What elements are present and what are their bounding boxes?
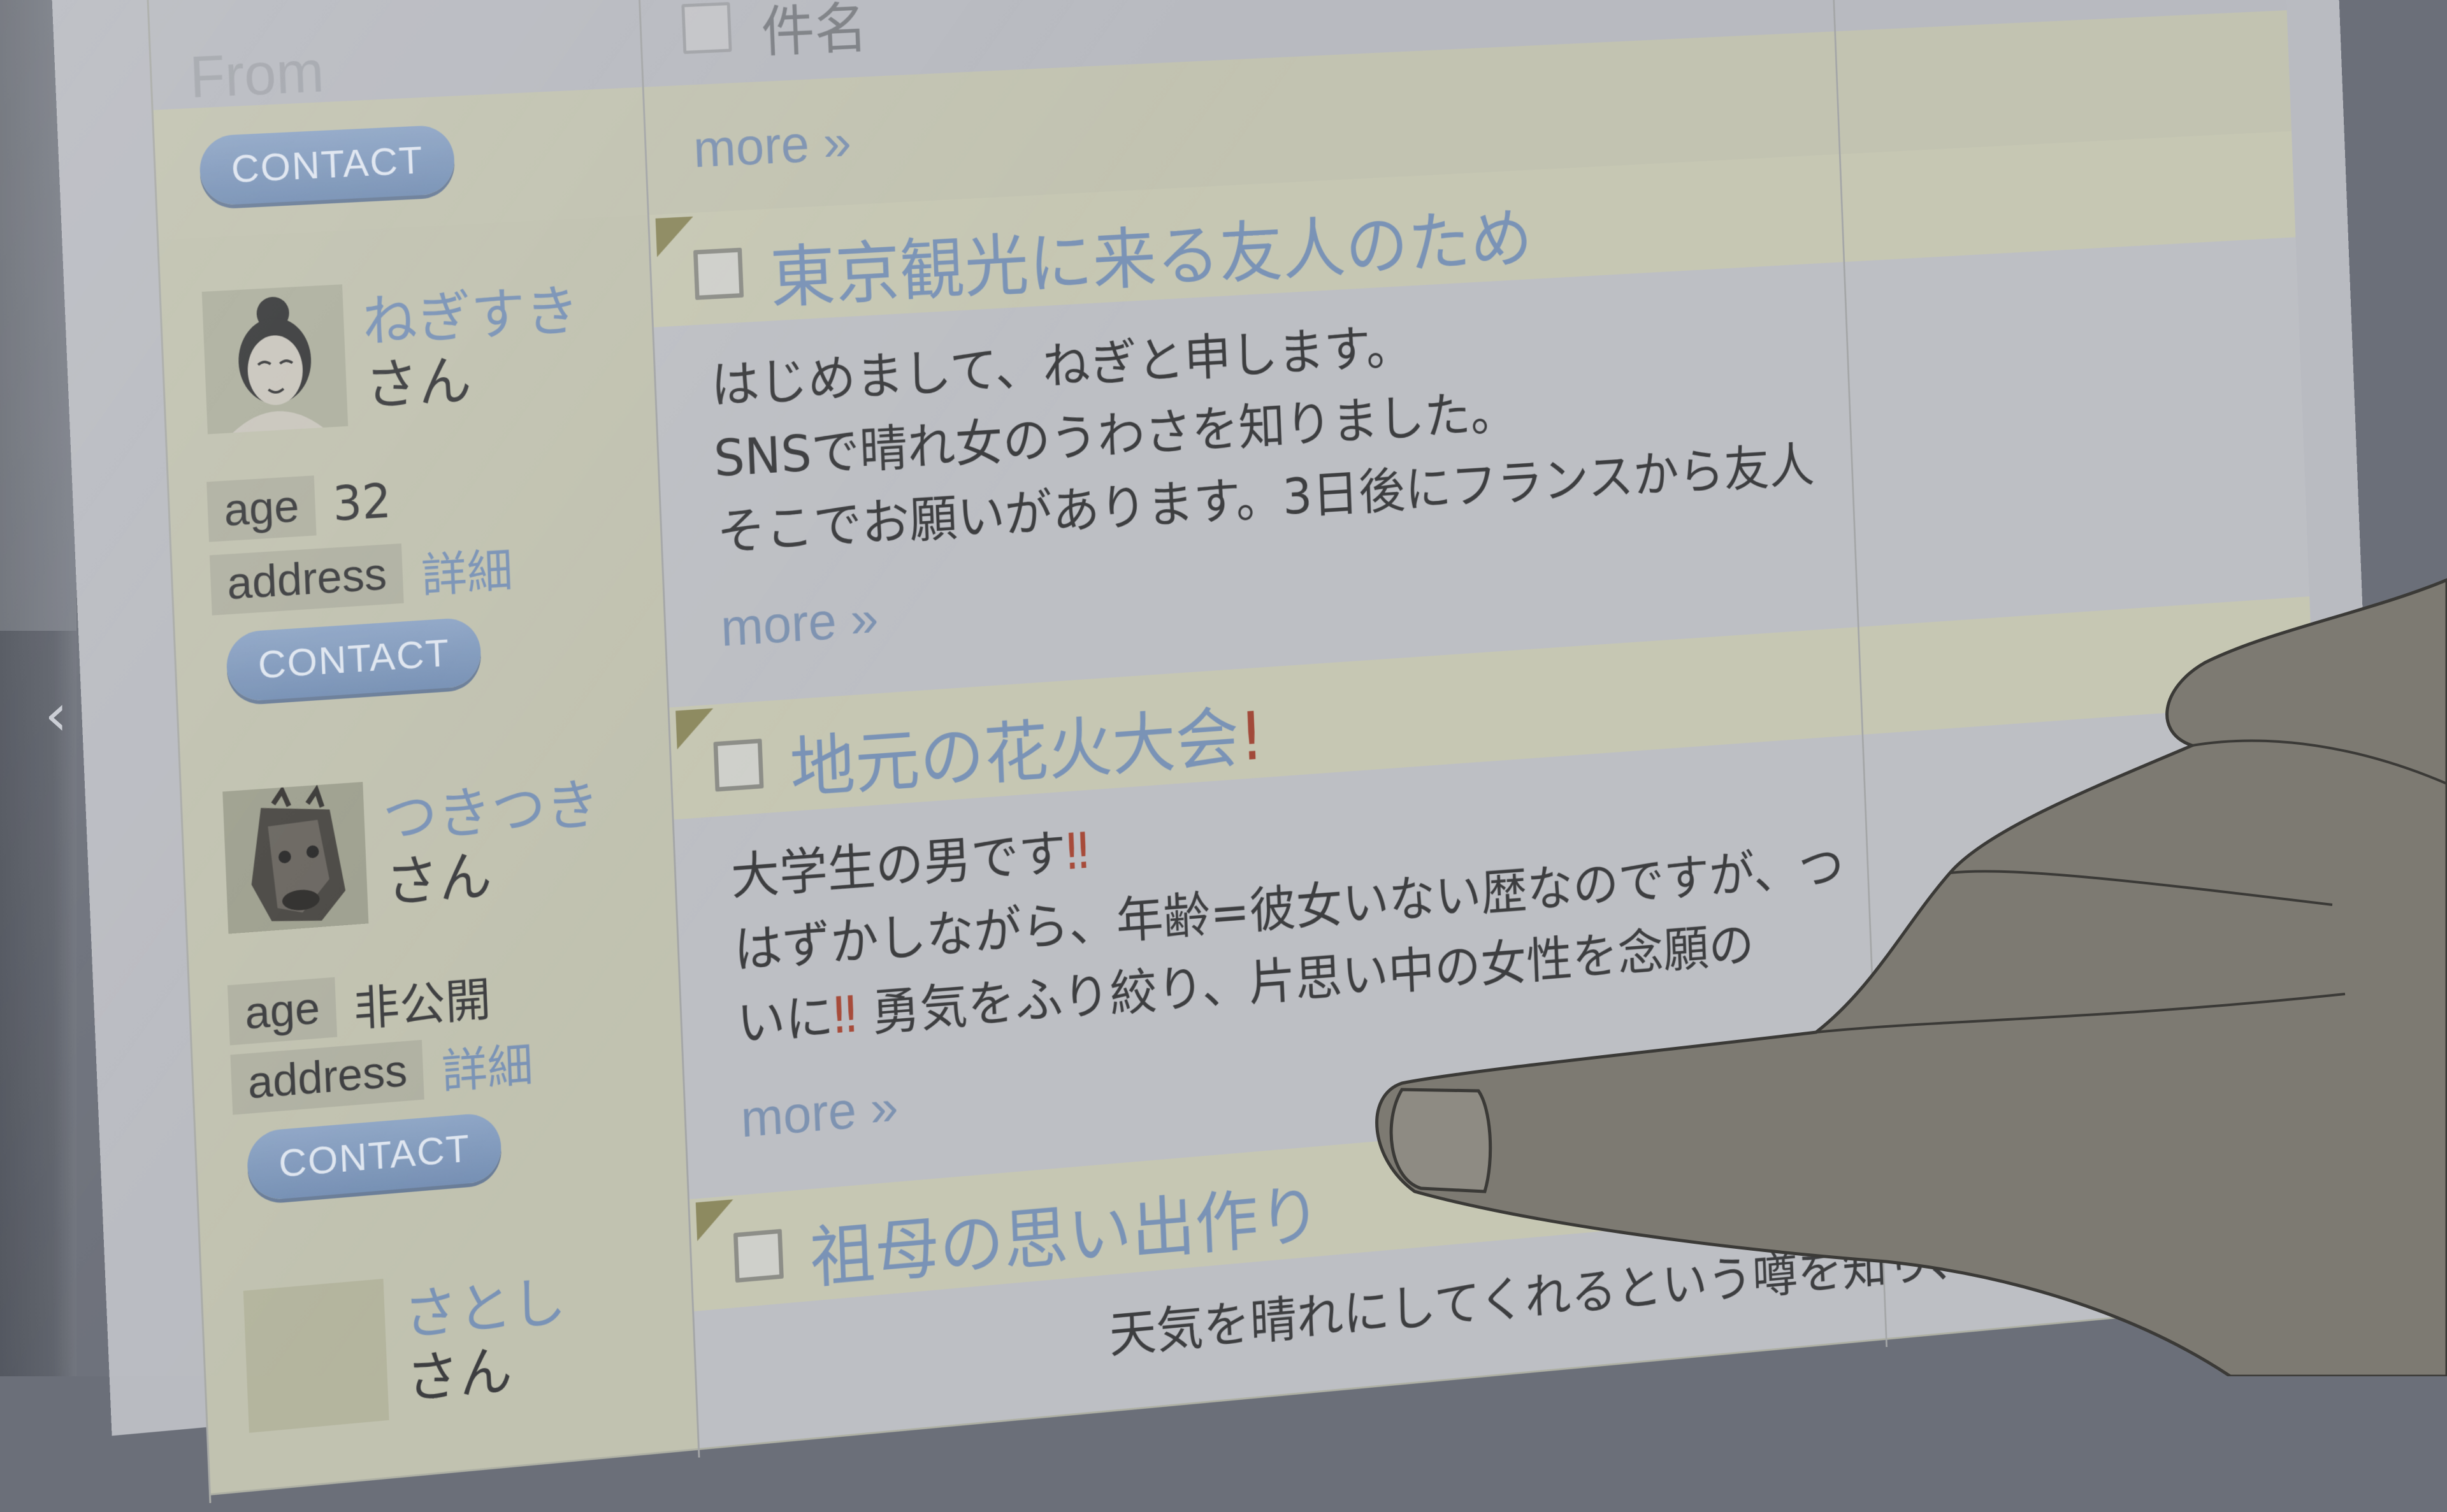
pointing-hand [1375,578,2447,1376]
